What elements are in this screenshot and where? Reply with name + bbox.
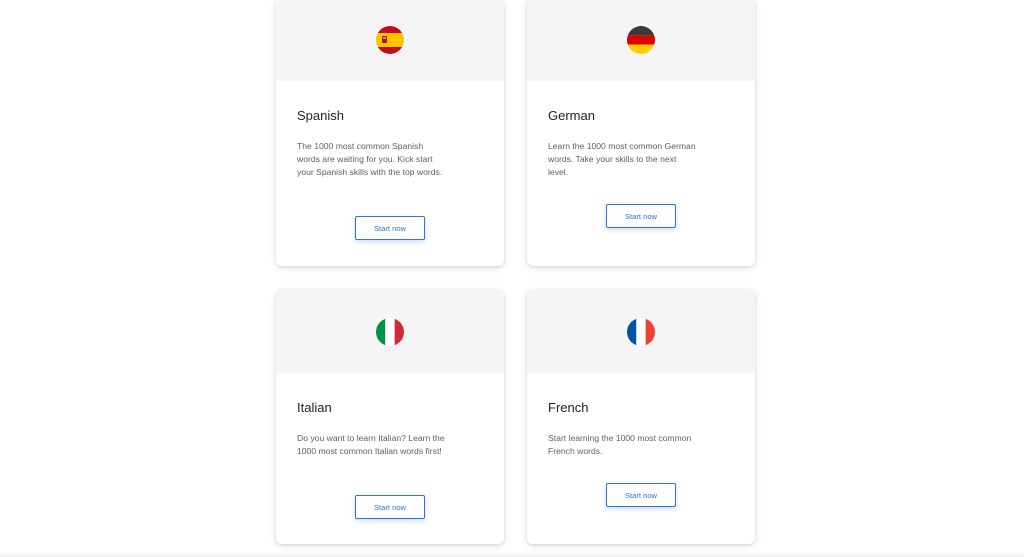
- card-header: [527, 0, 755, 81]
- page: Spanish The 1000 most common Spanish wor…: [0, 0, 1024, 557]
- card-body: French Start learning the 1000 most comm…: [527, 373, 755, 458]
- bottom-shadow: [0, 551, 1024, 557]
- course-card-italian: Italian Do you want to learn Italian? Le…: [276, 290, 504, 544]
- course-card-german: German Learn the 1000 most common German…: [527, 0, 755, 266]
- start-now-button-german[interactable]: Start now: [606, 204, 676, 228]
- france-flag-icon: [627, 317, 655, 346]
- germany-flag-icon: [627, 25, 655, 54]
- card-header: [276, 0, 504, 81]
- card-title: Spanish: [297, 108, 344, 123]
- card-body: German Learn the 1000 most common German…: [527, 81, 755, 178]
- start-now-button-spanish[interactable]: Start now: [355, 216, 425, 240]
- card-header: [527, 290, 755, 373]
- start-now-button-italian[interactable]: Start now: [355, 495, 425, 519]
- card-title: French: [548, 400, 589, 415]
- card-body: Italian Do you want to learn Italian? Le…: [276, 373, 504, 458]
- course-card-french: French Start learning the 1000 most comm…: [527, 290, 755, 544]
- card-header: [276, 290, 504, 373]
- start-now-button-french[interactable]: Start now: [606, 483, 676, 507]
- card-description: Learn the 1000 most common German words.…: [548, 141, 696, 177]
- spain-flag-icon: [376, 25, 404, 54]
- card-description: Do you want to learn Italian? Learn the …: [297, 433, 445, 456]
- card-body: Spanish The 1000 most common Spanish wor…: [276, 81, 504, 178]
- card-description: The 1000 most common Spanish words are w…: [297, 141, 443, 177]
- italy-flag-icon: [376, 317, 404, 346]
- card-title: Italian: [297, 400, 332, 415]
- card-title: German: [548, 108, 595, 123]
- card-description: Start learning the 1000 most common Fren…: [548, 433, 692, 456]
- course-card-spanish: Spanish The 1000 most common Spanish wor…: [276, 0, 504, 266]
